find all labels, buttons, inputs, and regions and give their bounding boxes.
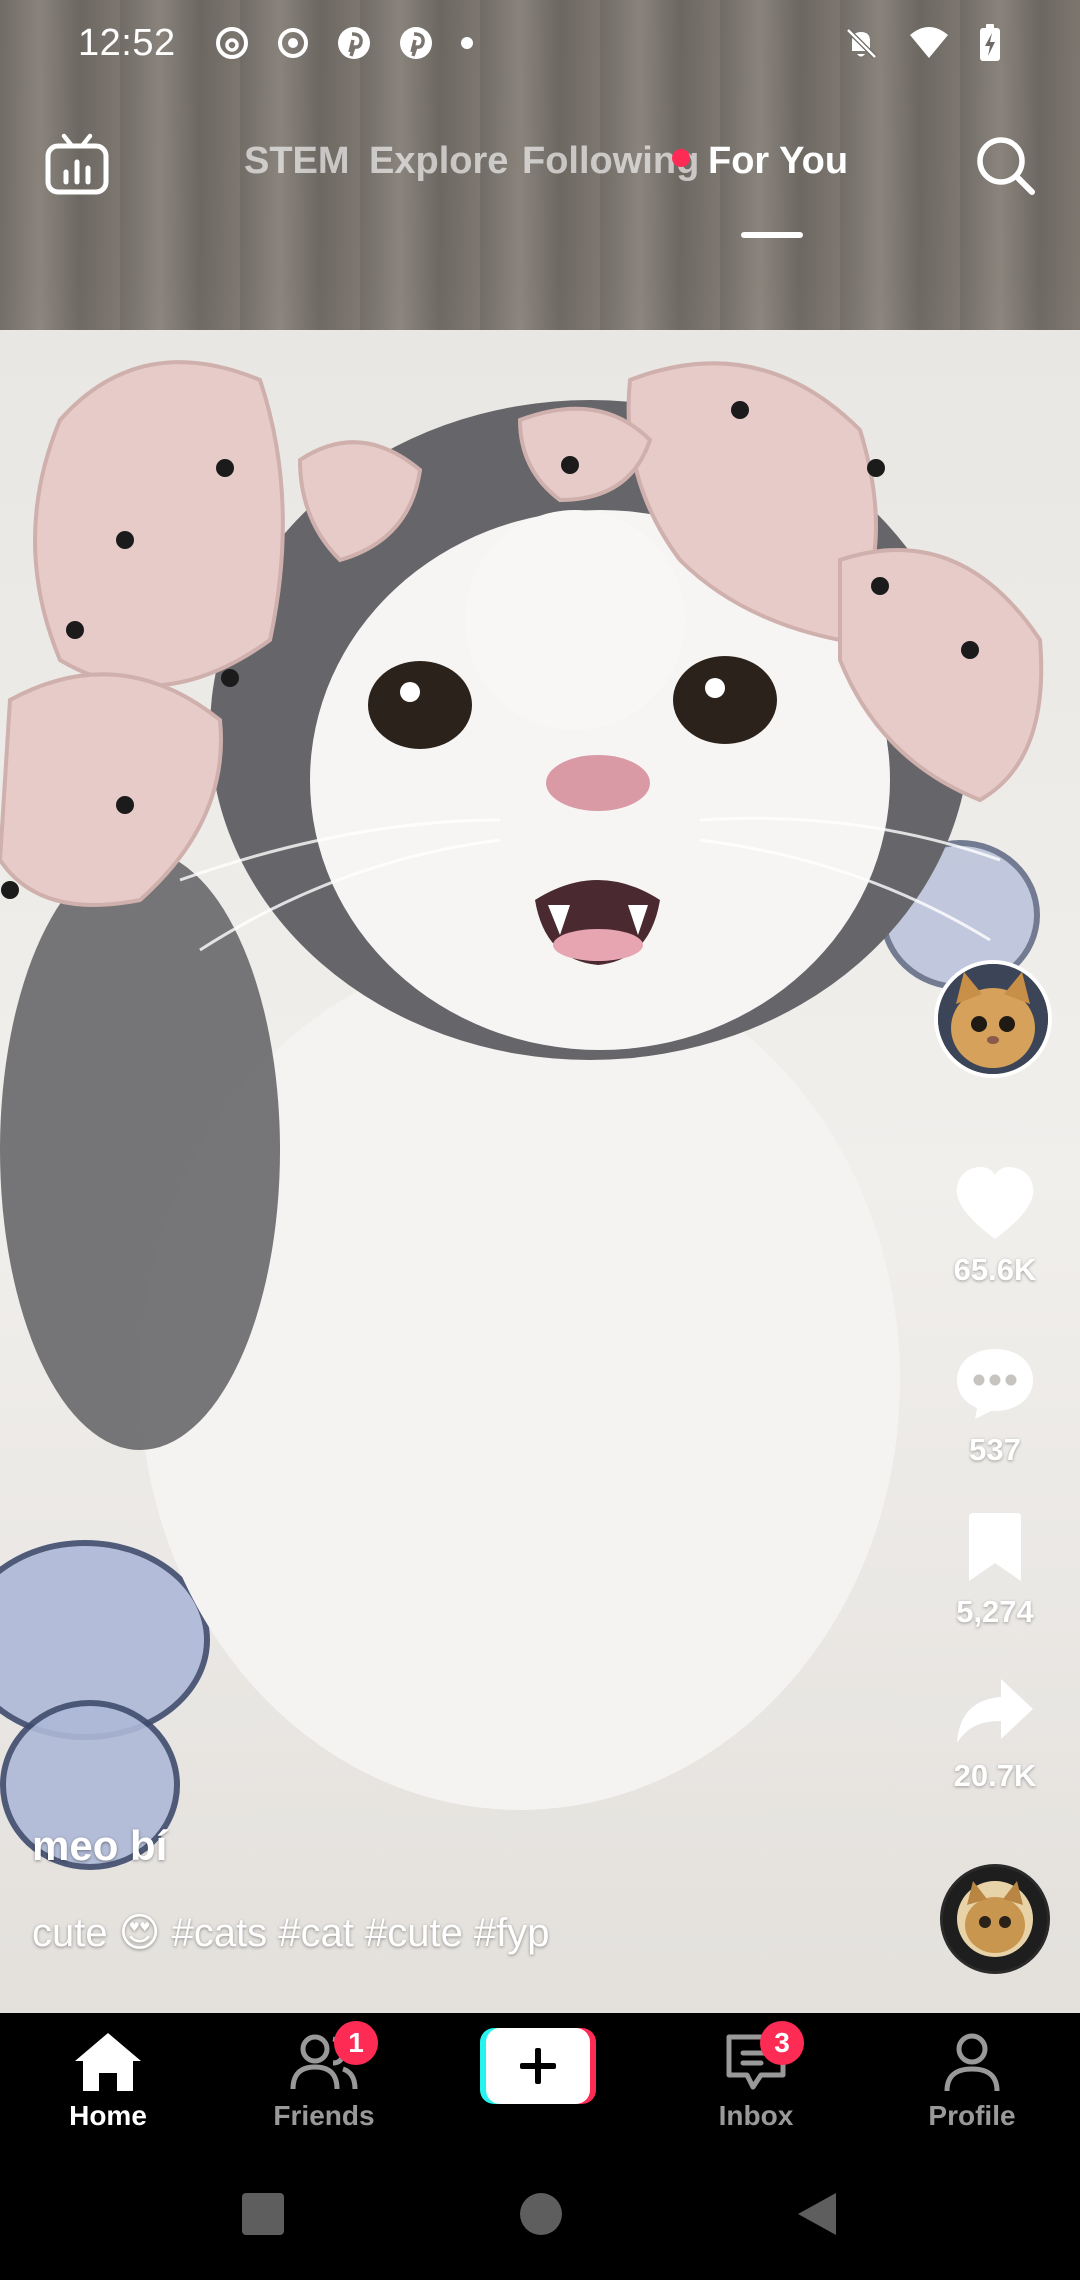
top-navigation: STEM Explore Following For You	[0, 120, 1080, 238]
plus-icon	[520, 2048, 556, 2084]
bookmark-icon	[969, 1513, 1021, 1581]
author-name[interactable]: meo bí	[32, 1822, 912, 1870]
record-icon	[277, 28, 308, 58]
friends-badge: 1	[334, 2021, 378, 2065]
share-count: 20.7K	[953, 1758, 1037, 1793]
music-disc[interactable]	[940, 1864, 1050, 1974]
bookmark-count: 5,274	[956, 1594, 1034, 1629]
wifi-icon	[910, 27, 948, 58]
nav-friends-label: Friends	[273, 2100, 375, 2131]
search-button[interactable]	[972, 132, 1038, 198]
pinterest-icon	[337, 27, 370, 59]
search-icon	[977, 137, 1035, 195]
active-tab-indicator	[741, 232, 803, 238]
like-button[interactable]: 65.6K	[910, 1165, 1080, 1288]
nav-home-label: Home	[69, 2100, 147, 2131]
creator-avatar[interactable]	[934, 960, 1052, 1078]
tab-explore[interactable]: Explore	[369, 140, 508, 183]
threads-icon	[215, 27, 248, 59]
bottom-navigation: Home Friends 1 Inbox 3 Profile	[0, 2013, 1080, 2153]
home-system-button[interactable]	[518, 2191, 564, 2237]
status-time: 12:52	[78, 21, 176, 64]
bookmark-button[interactable]: 5,274	[910, 1513, 1080, 1630]
create-button[interactable]	[480, 2028, 596, 2104]
dot-icon	[460, 37, 473, 49]
avatar	[938, 964, 1048, 1074]
recents-button[interactable]	[240, 2191, 286, 2237]
pinterest-icon	[399, 27, 432, 59]
following-notification-dot	[672, 149, 690, 167]
comment-button[interactable]: 537	[910, 1345, 1080, 1468]
bell-muted-icon	[846, 28, 877, 59]
comment-icon	[957, 1349, 1033, 1419]
inbox-badge: 3	[760, 2021, 804, 2065]
video-caption: meo bí cute 😍 #cats #cat #cute #fyp	[32, 1822, 912, 1956]
create-face	[486, 2028, 590, 2104]
nav-home[interactable]: Home	[0, 2013, 216, 2153]
like-count: 65.6K	[953, 1252, 1037, 1287]
battery-charging-icon	[980, 24, 1000, 61]
heart-icon	[956, 1167, 1034, 1239]
nav-inbox-label: Inbox	[718, 2100, 794, 2131]
music-disc-icon	[943, 1867, 1047, 1971]
profile-icon	[944, 2033, 1000, 2092]
nav-friends[interactable]: Friends 1	[216, 2013, 432, 2153]
share-icon	[957, 1679, 1033, 1743]
live-tv-icon	[45, 133, 109, 195]
share-button[interactable]: 20.7K	[910, 1675, 1080, 1794]
nav-inbox[interactable]: Inbox 3	[648, 2013, 864, 2153]
system-status-icons	[842, 23, 1002, 63]
notification-icons	[214, 25, 474, 61]
nav-profile-label: Profile	[928, 2100, 1016, 2131]
caption-text[interactable]: cute 😍 #cats #cat #cute #fyp	[32, 1910, 912, 1956]
tab-stem[interactable]: STEM	[244, 140, 350, 183]
system-navigation	[0, 2153, 1080, 2280]
back-button[interactable]	[796, 2191, 838, 2237]
comment-count: 537	[969, 1432, 1021, 1467]
status-bar: 12:52	[0, 0, 1080, 86]
nav-create[interactable]	[432, 2013, 648, 2153]
nav-profile[interactable]: Profile	[864, 2013, 1080, 2153]
live-tv-button[interactable]	[42, 130, 112, 200]
tab-for-you[interactable]: For You	[708, 140, 848, 183]
home-icon	[75, 2033, 141, 2091]
